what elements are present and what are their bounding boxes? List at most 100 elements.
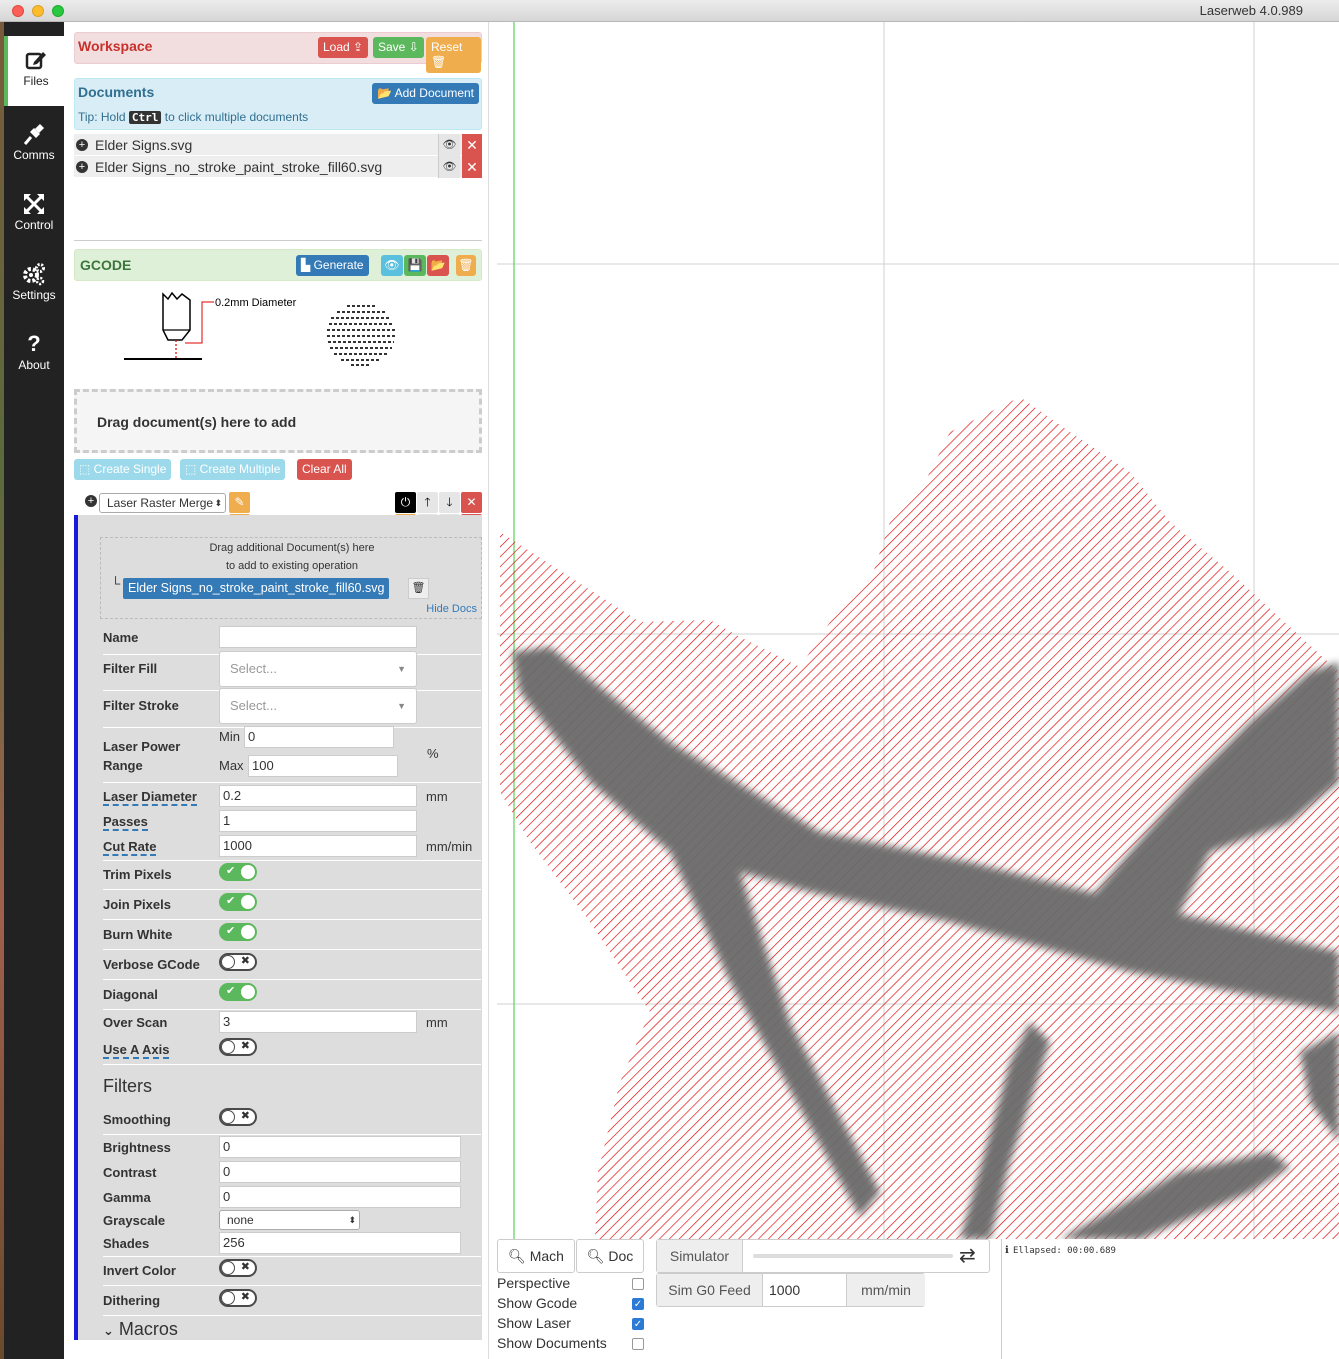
over-scan-input[interactable]: 3 [219, 1011, 417, 1033]
visibility-eye-icon[interactable]: 👁 [438, 134, 460, 156]
close-window-button[interactable] [12, 5, 24, 17]
smoothing-toggle[interactable]: ✖ [219, 1108, 257, 1126]
doc-label: Doc [608, 1248, 634, 1264]
hide-docs-link[interactable]: Hide Docs [426, 603, 477, 615]
nav-settings[interactable]: Settings [4, 250, 64, 320]
edit-operation-icon[interactable]: ✎ [229, 492, 250, 513]
show-documents-checkbox[interactable] [632, 1338, 644, 1350]
burn-white-label: Burn White [103, 927, 173, 942]
open-gcode-button[interactable]: 📂 [427, 255, 449, 276]
workspace-canvas[interactable] [490, 22, 1339, 1239]
search-icon: 🔍︎ [586, 1248, 605, 1264]
remove-document-button[interactable]: ✕ [462, 134, 482, 156]
info-icon: ℹ [1005, 1245, 1009, 1256]
document-row[interactable]: + Elder Signs_no_stroke_paint_stroke_fil… [74, 156, 482, 178]
invert-color-toggle[interactable]: ✖ [219, 1259, 257, 1277]
trim-pixels-toggle[interactable]: ✔ [219, 863, 257, 881]
create-single-button[interactable]: ⬚ Create Single [74, 459, 172, 480]
laser-diameter-input[interactable]: 0.2 [219, 785, 417, 807]
delete-operation-button[interactable]: ✕ [461, 492, 482, 513]
expand-icon[interactable]: + [85, 495, 97, 507]
verbose-gcode-toggle[interactable]: ✖ [219, 953, 257, 971]
row-divider [103, 860, 481, 861]
grayscale-select[interactable]: none ⬍ [219, 1210, 360, 1230]
row-divider [103, 949, 481, 950]
add-document-button[interactable]: 📂 Add Document [372, 83, 480, 104]
join-pixels-toggle[interactable]: ✔ [219, 893, 257, 911]
macros-title: Macros [118, 1319, 178, 1339]
drag-drop-zone[interactable]: Drag document(s) here to add [74, 389, 482, 453]
load-button[interactable]: Load ⇪ [318, 37, 369, 58]
create-multiple-button[interactable]: ⬚ Create Multiple [180, 459, 286, 480]
op-doc-tag[interactable]: Elder Signs_no_stroke_paint_stroke_fill6… [123, 578, 390, 599]
row-divider [103, 1009, 481, 1010]
name-input[interactable] [219, 626, 417, 648]
power-toggle-icon[interactable]: ⏻ [395, 492, 416, 513]
swap-arrows-icon[interactable]: ⇄ [959, 1243, 976, 1269]
show-gcode-checkbox[interactable]: ✓ [632, 1298, 644, 1310]
diagonal-toggle[interactable]: ✔ [219, 983, 257, 1001]
dithering-toggle[interactable]: ✖ [219, 1289, 257, 1307]
nav-about-label: About [18, 358, 50, 372]
remove-document-button[interactable]: ✕ [462, 156, 482, 178]
cut-rate-input[interactable]: 1000 [219, 835, 417, 857]
filter-stroke-select[interactable]: Select... ▼ [219, 688, 417, 724]
power-min-input[interactable]: 0 [244, 726, 394, 748]
documents-tip: Tip: Hold Ctrl to click multiple documen… [78, 110, 308, 124]
use-a-axis-label: Use A Axis [103, 1042, 170, 1059]
view-gcode-button[interactable]: 👁 [381, 255, 403, 276]
contrast-input[interactable]: 0 [219, 1161, 461, 1183]
burn-white-toggle[interactable]: ✔ [219, 923, 257, 941]
save-gcode-button[interactable]: 💾 [404, 255, 426, 276]
shades-input[interactable]: 256 [219, 1232, 461, 1254]
document-row[interactable]: + Elder Signs.svg 👁 ✕ [74, 134, 482, 156]
laser-power-label: Laser Power Range [103, 737, 180, 775]
dithering-label: Dithering [103, 1293, 161, 1308]
perspective-checkbox[interactable] [632, 1278, 644, 1290]
generate-label: Generate [313, 258, 364, 272]
nav-files[interactable]: Files [4, 36, 64, 106]
passes-label: Passes [103, 814, 148, 831]
use-a-axis-toggle[interactable]: ✖ [219, 1038, 257, 1056]
nav-comms[interactable]: Comms [4, 110, 64, 180]
simulator-slider[interactable] [753, 1254, 953, 1258]
nav-control[interactable]: Control [4, 180, 64, 250]
clear-gcode-button[interactable]: 🗑 [456, 255, 476, 276]
window-titlebar: Laserweb 4.0.989 [0, 0, 1339, 22]
reset-button[interactable]: Reset 🗑 [426, 37, 481, 73]
power-max-input[interactable]: 100 [248, 755, 398, 777]
raster-preview-icon [327, 305, 395, 366]
contrast-label: Contrast [103, 1165, 157, 1180]
sim-feed-input[interactable]: 1000 [769, 1274, 800, 1306]
create-multiple-label: Create Multiple [199, 462, 281, 476]
visibility-eye-icon[interactable]: 👁 [438, 156, 460, 178]
remove-doc-icon[interactable]: 🗑 [408, 578, 429, 599]
nav-about[interactable]: ? About [4, 320, 64, 390]
filter-fill-select[interactable]: Select... ▼ [219, 651, 417, 687]
workspace-title: Workspace [78, 38, 153, 54]
expand-icon[interactable]: + [76, 161, 88, 173]
doc-view-button[interactable]: 🔍︎ Doc [576, 1239, 644, 1273]
brightness-input[interactable]: 0 [219, 1136, 461, 1158]
generate-button[interactable]: ▙ Generate [296, 255, 369, 276]
maximize-window-button[interactable] [52, 5, 64, 17]
op-doc-dropzone[interactable]: Drag additional Document(s) here to add … [100, 537, 482, 619]
expand-icon[interactable]: + [76, 139, 88, 151]
move-up-icon[interactable]: 🡑 [417, 492, 438, 513]
minimize-window-button[interactable] [32, 5, 44, 17]
gears-icon [23, 263, 45, 286]
macros-section-header[interactable]: ⌄ Macros [103, 1319, 178, 1340]
save-button[interactable]: Save ⇩ [373, 37, 424, 58]
diagonal-label: Diagonal [103, 987, 158, 1002]
gamma-input[interactable]: 0 [219, 1186, 461, 1208]
operation-row[interactable]: + Laser Raster Merge ⬍ ✎ ⏻ 🡑 🡓 ✕ [74, 492, 482, 514]
show-laser-checkbox[interactable]: ✓ [632, 1318, 644, 1330]
join-pixels-label: Join Pixels [103, 897, 171, 912]
move-down-icon[interactable]: 🡓 [439, 492, 460, 513]
clear-all-button[interactable]: Clear All [297, 459, 352, 480]
operation-type-select[interactable]: Laser Raster Merge⬍ [99, 493, 226, 513]
simulator-label: Simulator [657, 1240, 743, 1272]
gcode-title: GCODE [80, 257, 132, 273]
mach-view-button[interactable]: 🔍︎ Mach [497, 1239, 575, 1273]
passes-input[interactable]: 1 [219, 810, 417, 832]
